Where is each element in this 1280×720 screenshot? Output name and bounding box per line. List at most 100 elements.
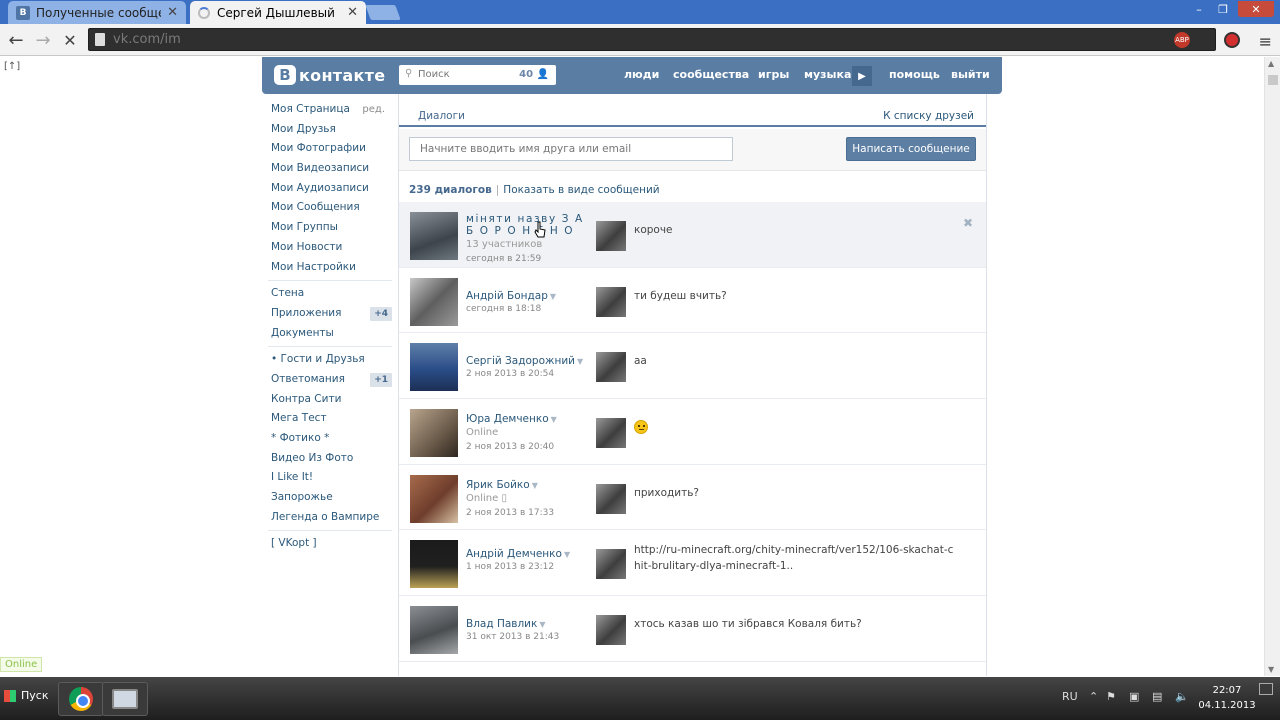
left-menu-item-vkopt[interactable]: [ VKopt ]: [262, 534, 398, 554]
left-menu-item[interactable]: Легенда о Вампире: [262, 508, 398, 528]
left-menu-item[interactable]: • Гости и Друзья: [262, 350, 398, 370]
left-menu-item[interactable]: Моя Страница ред.: [262, 100, 398, 120]
search-placeholder: Поиск: [418, 69, 450, 80]
tab-received-messages[interactable]: В Полученные сообщения ✕: [8, 1, 186, 24]
left-menu-item[interactable]: Мои Друзья: [262, 120, 398, 140]
nav-music[interactable]: музыка: [804, 68, 851, 81]
left-menu-item[interactable]: Мои Новости: [262, 238, 398, 258]
dialog-row[interactable]: Юра Демченко ▼ Online 2 ноя 2013 в 20:40: [399, 399, 986, 465]
dialog-row[interactable]: Влад Павлик ▼ 31 окт 2013 в 21:43 хтось к…: [399, 596, 986, 662]
dialog-list: міняти назву З А Б О Р О Н Е Н О 13 учас…: [399, 202, 986, 662]
show-as-messages-link[interactable]: Показать в виде сообщений: [503, 184, 659, 196]
network-icon[interactable]: ▣: [1129, 690, 1139, 703]
delete-dialog-icon[interactable]: ✖: [963, 216, 973, 230]
vk-logo[interactable]: В контакте: [274, 65, 385, 85]
left-menu-item[interactable]: I Like It!: [262, 468, 398, 488]
new-tab-button[interactable]: [365, 5, 401, 20]
abp-icon[interactable]: ABP: [1174, 32, 1190, 48]
volume-icon[interactable]: 🔈: [1175, 690, 1189, 703]
dialog-row[interactable]: Ярик Бойко ▼ Online ▯ 2 ноя 2013 в 17:33 …: [399, 465, 986, 531]
dialog-date: 2 ноя 2013 в 20:40: [466, 442, 555, 453]
avatar[interactable]: [410, 409, 458, 458]
tab-friend-list[interactable]: К списку друзей: [883, 110, 974, 122]
left-menu-item[interactable]: * Фотико *: [262, 429, 398, 449]
left-menu-item[interactable]: Запорожье: [262, 488, 398, 508]
tab-close-icon[interactable]: ✕: [347, 5, 358, 20]
menu-icon[interactable]: ≡: [1259, 32, 1272, 51]
nav-games[interactable]: игры: [758, 68, 789, 81]
left-menu-item[interactable]: Стена: [262, 284, 398, 304]
dialog-last-message-link[interactable]: http://ru-minecraft.org/chity-minecraft/…: [634, 542, 954, 574]
nav-communities[interactable]: сообщества: [673, 68, 749, 81]
dialog-name[interactable]: Юра Демченко ▼: [466, 413, 557, 425]
dialog-name[interactable]: Ярик Бойко ▼: [466, 479, 538, 491]
device-icon[interactable]: ▤: [1152, 690, 1162, 703]
left-menu-item[interactable]: Мои Аудиозаписи: [262, 179, 398, 199]
left-menu-item[interactable]: Документы: [262, 324, 398, 344]
dialog-name[interactable]: Андрій Бондар ▼: [466, 290, 556, 302]
dialog-row[interactable]: Андрій Бондар ▼ сегодня в 18:18 ти будеш …: [399, 268, 986, 334]
left-menu-item[interactable]: Приложения +4: [262, 304, 398, 324]
nav-people[interactable]: люди: [624, 68, 659, 81]
tab-dialogs[interactable]: Диалоги: [418, 110, 465, 122]
start-button[interactable]: Пуск: [4, 689, 48, 702]
language-indicator[interactable]: RU: [1062, 690, 1078, 703]
nav-logout[interactable]: выйти: [951, 68, 990, 81]
scroll-down-arrow-icon[interactable]: ▼: [1268, 665, 1274, 674]
flag-warning-icon[interactable]: ⚑: [1106, 690, 1116, 703]
write-message-button[interactable]: Написать сообщение: [846, 137, 976, 161]
show-desktop-button[interactable]: [1259, 683, 1273, 695]
avatar[interactable]: [410, 212, 458, 260]
left-menu-item[interactable]: Мои Видеозаписи: [262, 159, 398, 179]
avatar[interactable]: [410, 277, 458, 326]
dialog-date: 2 ноя 2013 в 20:54: [466, 369, 555, 380]
dialog-name[interactable]: Сергій Задорожний ▼: [466, 355, 583, 367]
record-icon[interactable]: [1224, 32, 1240, 48]
nav-help[interactable]: помощь: [889, 68, 940, 81]
left-menu-item[interactable]: Мои Фотографии: [262, 139, 398, 159]
scroll-top-link[interactable]: [↑]: [4, 61, 20, 72]
maximize-button[interactable]: ❐: [1210, 1, 1236, 17]
separator: |: [495, 184, 500, 196]
edit-link[interactable]: ред.: [362, 100, 385, 120]
friend-search-input[interactable]: [409, 137, 733, 161]
left-menu-item[interactable]: Видео Из Фото: [262, 449, 398, 469]
forward-arrow-icon[interactable]: →: [31, 28, 55, 52]
avatar[interactable]: [410, 474, 458, 523]
dialog-name[interactable]: Влад Павлик ▼: [466, 618, 546, 630]
avatar[interactable]: [410, 606, 458, 655]
header-search[interactable]: ⚲ Поиск 40 👤: [399, 65, 556, 85]
tab-close-icon[interactable]: ✕: [167, 5, 178, 20]
dialog-row[interactable]: Андрій Демченко ▼ 1 ноя 2013 в 23:12 http…: [399, 530, 986, 597]
tray-expand-icon[interactable]: ⌃: [1089, 690, 1098, 703]
close-window-button[interactable]: ✕: [1238, 1, 1274, 17]
back-arrow-icon[interactable]: ←: [4, 28, 28, 52]
left-menu-item[interactable]: Контра Сити: [262, 390, 398, 410]
dialog-name[interactable]: Андрій Демченко ▼: [466, 548, 570, 560]
left-menu-item[interactable]: Мои Настройки: [262, 258, 398, 278]
page-icon: [95, 33, 105, 46]
left-menu-item[interactable]: Мои Сообщения: [262, 198, 398, 218]
avatar[interactable]: [410, 343, 458, 392]
minimize-button[interactable]: –: [1186, 1, 1212, 17]
scroll-thumb[interactable]: [1268, 75, 1278, 85]
address-bar[interactable]: vk.com/im: [88, 28, 1216, 51]
dialogs-summary: 239 диалогов | Показать в виде сообщений: [409, 184, 660, 196]
left-menu-item[interactable]: Мега Тест: [262, 409, 398, 429]
dialog-row[interactable]: міняти назву З А Б О Р О Н Е Н О 13 учас…: [399, 202, 986, 268]
scroll-up-arrow-icon[interactable]: ▲: [1268, 59, 1274, 68]
stop-loading-icon[interactable]: ✕: [58, 28, 82, 52]
search-icon: ⚲: [405, 68, 413, 79]
play-icon[interactable]: ▶: [852, 66, 872, 86]
system-clock[interactable]: 22:07 04.11.2013: [1198, 683, 1256, 713]
taskbar-chrome-button[interactable]: [58, 682, 104, 716]
left-menu-item[interactable]: Мои Группы: [262, 218, 398, 238]
dialog-name[interactable]: міняти назву З А Б О Р О Н Е Н О: [466, 213, 590, 237]
left-menu-item[interactable]: Ответомания +1: [262, 370, 398, 390]
tab-sergey[interactable]: Сергей Дышлевый ✕: [190, 1, 366, 24]
taskbar-app-button[interactable]: [102, 682, 148, 716]
avatar[interactable]: [410, 540, 458, 589]
star-icon[interactable]: ☆: [1197, 29, 1213, 48]
page-scrollbar[interactable]: ▲ ▼: [1264, 57, 1280, 676]
dialog-row[interactable]: Сергій Задорожний ▼ 2 ноя 2013 в 20:54 аа: [399, 333, 986, 400]
